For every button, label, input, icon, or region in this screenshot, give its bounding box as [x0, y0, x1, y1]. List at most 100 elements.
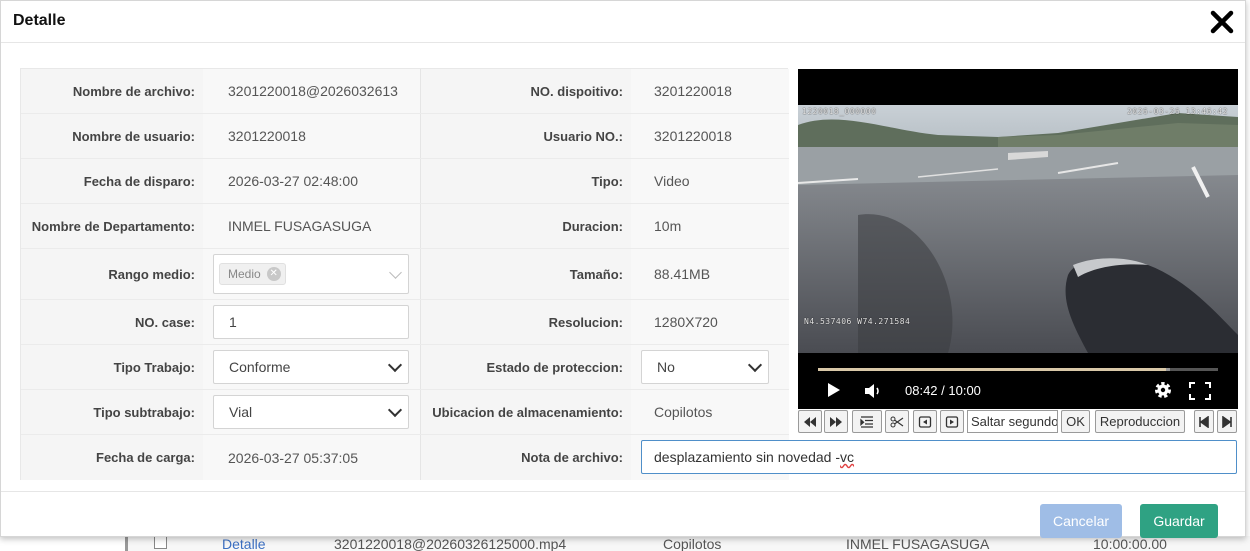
form-row: Nombre de Departamento: INMEL FUSAGASUGA…	[21, 204, 789, 249]
ok-button[interactable]: OK	[1061, 410, 1090, 433]
device-no-value: 3201220018	[631, 69, 789, 113]
case-no-label: NO. case:	[21, 300, 203, 344]
trigger-date-value: 2026-03-27 02:48:00	[203, 159, 420, 203]
osd-device-id: 1220018_000000	[802, 107, 877, 116]
protection-selected: No	[657, 359, 675, 375]
form-row: Tipo subtrabajo: Vial Ubicacion de almac…	[21, 390, 789, 435]
storage-label: Ubicacion de almacenamiento:	[421, 390, 631, 434]
skip-end-icon	[1222, 415, 1232, 428]
work-type-label: Tipo Trabajo:	[21, 345, 203, 389]
frame-back-button[interactable]	[913, 410, 937, 433]
work-type-select[interactable]: Conforme	[213, 350, 409, 384]
frame-forward-button[interactable]	[940, 410, 964, 433]
bg-department: INMEL FUSAGASUGA	[846, 536, 990, 551]
detail-dialog: Detalle Nombre de archivo: 3201220018@20…	[0, 0, 1246, 538]
resolution-label: Resolucion:	[421, 300, 631, 344]
range-label: Rango medio:	[21, 249, 203, 299]
device-no-label: NO. dispoitivo:	[421, 69, 631, 113]
subwork-type-selected: Vial	[229, 404, 253, 420]
storage-value: Copilotos	[631, 390, 789, 434]
chevron-down-icon	[747, 357, 763, 373]
detail-link[interactable]: Detalle	[222, 536, 266, 551]
range-multiselect[interactable]: Medio ✕	[213, 254, 409, 294]
subwork-type-label: Tipo subtrabajo:	[21, 390, 203, 434]
rewind-button[interactable]	[798, 410, 822, 433]
department-value: INMEL FUSAGASUGA	[203, 204, 420, 248]
upload-date-value: 2026-03-27 05:37:05	[203, 435, 420, 480]
volume-icon[interactable]	[864, 382, 884, 400]
player-toolbar: Saltar segundos OK Reproduccion	[798, 410, 1238, 434]
frame-back-icon	[918, 415, 932, 428]
skip-start-button[interactable]	[1194, 410, 1214, 433]
screen: Detalle 3201220018@20260326125000.mp4 Co…	[0, 0, 1250, 551]
time-display: 08:42 / 10:00	[905, 383, 981, 398]
type-value: Video	[631, 159, 789, 203]
video-controls: 08:42 / 10:00	[798, 353, 1238, 409]
background-table-row: Detalle 3201220018@20260326125000.mp4 Co…	[125, 536, 1250, 551]
skip-end-button[interactable]	[1217, 410, 1237, 433]
resolution-value: 1280X720	[631, 300, 789, 344]
filename-value: 3201220018@2026032613	[203, 69, 420, 113]
subwork-type-select[interactable]: Vial	[213, 395, 409, 429]
form-row: Rango medio: Medio ✕ Tamaño: 88.41MB	[21, 249, 789, 300]
user-no-label: Usuario NO.:	[421, 114, 631, 158]
dashcam-frame-image	[798, 105, 1238, 353]
duration-value: 10m	[631, 204, 789, 248]
trigger-date-label: Fecha de disparo:	[21, 159, 203, 203]
playback-button[interactable]: Reproduccion	[1095, 410, 1185, 433]
bg-filename: 3201220018@20260326125000.mp4	[334, 536, 567, 551]
close-button[interactable]	[1209, 9, 1235, 35]
form-row: Nombre de archivo: 3201220018@2026032613…	[21, 69, 789, 114]
detail-form: Nombre de archivo: 3201220018@2026032613…	[20, 68, 789, 480]
progress-bar[interactable]	[818, 368, 1218, 371]
gear-icon[interactable]	[1153, 380, 1173, 400]
protection-label: Estado de proteccion:	[421, 345, 631, 389]
file-note-text-tail: vc	[840, 449, 855, 465]
bg-duration: 10:00:00.00	[1093, 536, 1167, 551]
save-button[interactable]: Guardar	[1140, 504, 1218, 538]
dialog-title: Detalle	[13, 12, 66, 29]
size-label: Tamaño:	[421, 249, 631, 299]
rewind-icon	[804, 416, 816, 427]
fast-forward-button[interactable]	[824, 410, 848, 433]
duration-label: Duracion:	[421, 204, 631, 248]
play-icon[interactable]	[828, 383, 840, 397]
form-row: Nombre de usuario: 3201220018 Usuario NO…	[21, 114, 789, 159]
case-no-input[interactable]: 1	[213, 305, 409, 339]
list-button[interactable]	[852, 410, 882, 433]
bg-storage: Copilotos	[663, 536, 722, 551]
username-value: 3201220018	[203, 114, 420, 158]
range-tag-label: Medio	[228, 267, 261, 281]
protection-select[interactable]: No	[641, 350, 769, 384]
form-row: Fecha de disparo: 2026-03-27 02:48:00 Ti…	[21, 159, 789, 204]
osd-timestamp: 2026-03-26 13:46:42	[1126, 107, 1228, 116]
user-no-value: 3201220018	[631, 114, 789, 158]
dialog-header: Detalle	[1, 1, 1245, 43]
osd-coordinates: N4.537406 W74.271584	[804, 317, 911, 326]
cut-button[interactable]	[885, 410, 909, 433]
file-note-input[interactable]: desplazamiento sin novedad - vc	[641, 440, 1237, 474]
department-label: Nombre de Departamento:	[21, 204, 203, 248]
size-value: 88.41MB	[631, 249, 789, 299]
close-icon	[1210, 10, 1234, 34]
file-note-label: Nota de archivo:	[421, 435, 631, 480]
dialog-footer: Cancelar Guardar	[1, 491, 1245, 538]
work-type-selected: Conforme	[229, 359, 291, 375]
tag-remove-icon[interactable]: ✕	[266, 267, 281, 281]
fast-forward-icon	[830, 416, 842, 427]
list-icon	[860, 415, 873, 428]
video-player[interactable]: 1220018_000000 2026-03-26 13:46:42 N4.53…	[798, 69, 1238, 409]
skip-start-icon	[1199, 415, 1209, 428]
filename-label: Nombre de archivo:	[21, 69, 203, 113]
chevron-down-icon	[387, 357, 403, 373]
chevron-down-icon	[389, 266, 402, 279]
form-row: NO. case: 1 Resolucion: 1280X720	[21, 300, 789, 345]
frame-forward-icon	[945, 415, 959, 428]
cancel-button[interactable]: Cancelar	[1040, 504, 1122, 538]
form-row: Tipo Trabajo: Conforme Estado de protecc…	[21, 345, 789, 390]
seek-seconds-input[interactable]: Saltar segundos	[967, 410, 1058, 433]
fullscreen-icon[interactable]	[1189, 382, 1211, 400]
upload-date-label: Fecha de carga:	[21, 435, 203, 480]
file-note-text: desplazamiento sin novedad -	[654, 449, 841, 465]
username-label: Nombre de usuario:	[21, 114, 203, 158]
